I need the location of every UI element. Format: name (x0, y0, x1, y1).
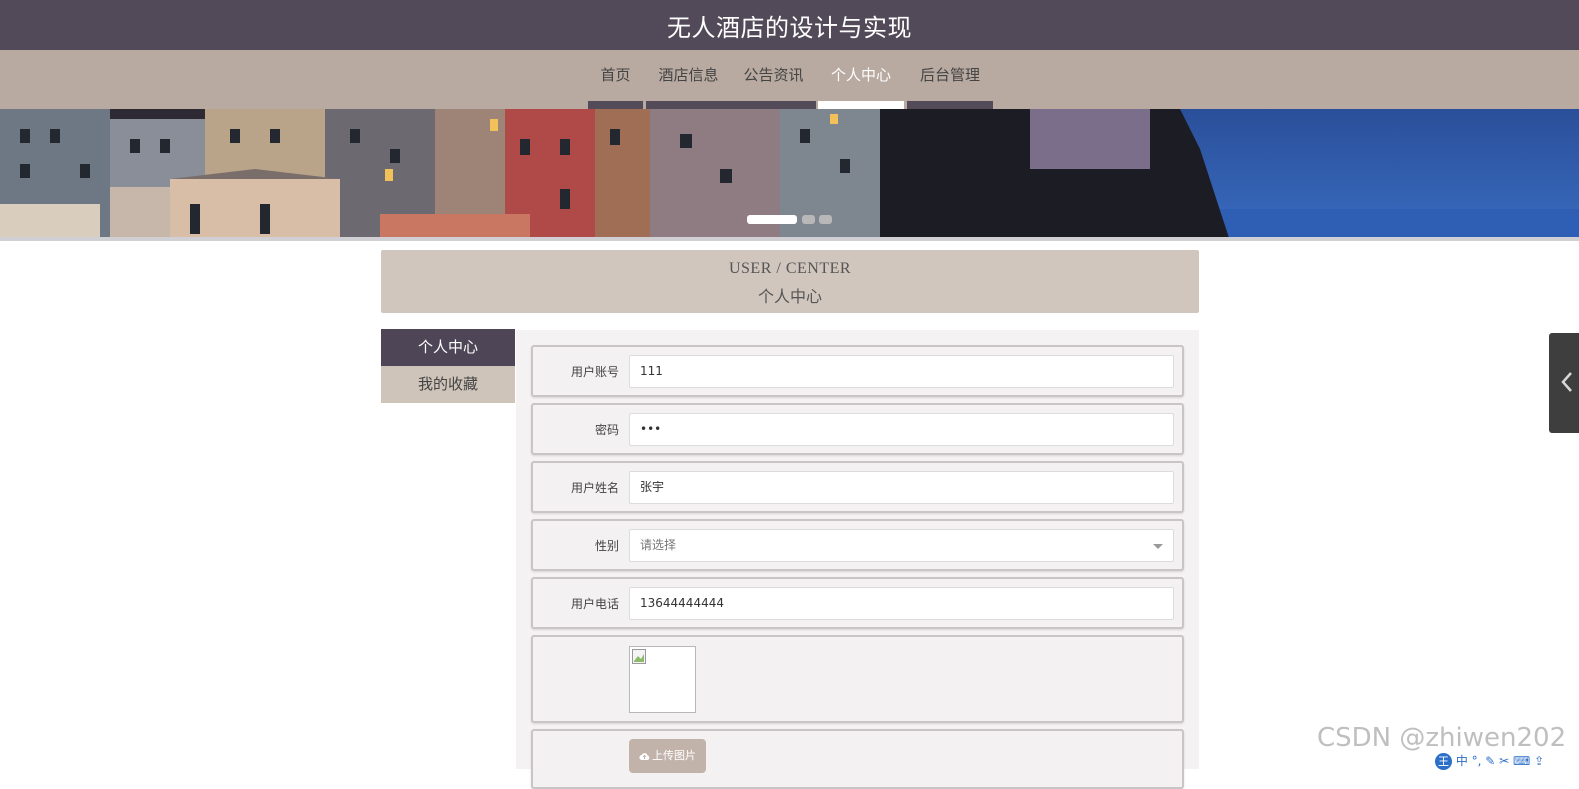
section-title-box: USER / CENTER 个人中心 (381, 250, 1199, 313)
phone-input[interactable]: 13644444444 (629, 587, 1174, 620)
gender-select[interactable]: 请选择 (629, 529, 1174, 562)
chevron-down-icon (1153, 544, 1163, 549)
account-input[interactable]: 111 (629, 355, 1174, 388)
nav-item-home[interactable]: 首页 (588, 50, 643, 109)
form-row-name: 用户姓名 张宇 (531, 461, 1184, 513)
carousel-dot-3[interactable] (819, 215, 832, 224)
sidebar-item-label: 个人中心 (417, 338, 478, 356)
form-row-phone: 用户电话 13644444444 (531, 577, 1184, 629)
account-label: 用户账号 (570, 365, 619, 379)
chevron-left-icon (1561, 372, 1572, 392)
section-title-zh: 个人中心 (757, 289, 822, 306)
password-label: 密码 (594, 423, 619, 437)
form-row-avatar (531, 635, 1184, 723)
nav-item-label: 公告资讯 (743, 66, 804, 84)
name-label: 用户姓名 (570, 481, 619, 495)
broken-image-icon (632, 649, 646, 664)
site-header: 无人酒店的设计与实现 (0, 0, 1579, 50)
sidebar-item-favorites[interactable]: 我的收藏 (381, 366, 515, 403)
watermark: CSDN @zhiwen202 (1317, 723, 1567, 753)
carousel-dot-1[interactable] (747, 215, 797, 224)
sidebar-item-user-center[interactable]: 个人中心 (381, 329, 515, 366)
nav-item-label: 酒店信息 (658, 66, 719, 84)
ime-toolbar[interactable]: 王 中 °, ✎ ✂ ⌨ ⇪ (1435, 752, 1545, 770)
nav-item-label: 后台管理 (919, 66, 980, 84)
site-title: 无人酒店的设计与实现 (667, 14, 912, 42)
nav-underline (588, 101, 643, 109)
nav-underline (646, 101, 731, 109)
nav-item-admin[interactable]: 后台管理 (907, 50, 993, 109)
password-input[interactable]: ••• (629, 413, 1174, 446)
upload-image-label: 上传图片 (652, 749, 696, 762)
nav-item-user-center[interactable]: 个人中心 (818, 50, 904, 109)
sidebar-item-label: 我的收藏 (417, 375, 478, 393)
nav-item-label: 首页 (600, 66, 631, 84)
gender-label: 性别 (594, 539, 619, 553)
main-nav: 首页 酒店信息 公告资讯 个人中心 后台管理 (0, 50, 1579, 109)
nav-underline (731, 101, 816, 109)
gender-select-value: 请选择 (640, 538, 677, 552)
nav-item-label: 个人中心 (830, 66, 891, 84)
phone-label: 用户电话 (570, 597, 619, 611)
name-input[interactable]: 张宇 (629, 471, 1174, 504)
nav-item-announcements[interactable]: 公告资讯 (731, 50, 816, 109)
side-drawer-toggle[interactable] (1549, 333, 1579, 433)
nav-underline (907, 101, 993, 109)
carousel-dot-2[interactable] (802, 215, 815, 224)
form-row-password: 密码 ••• (531, 403, 1184, 455)
nav-item-hotel-info[interactable]: 酒店信息 (646, 50, 731, 109)
cloud-upload-icon (639, 753, 650, 761)
ime-tools-icon: °, ✎ ✂ ⌨ ⇪ (1471, 754, 1545, 768)
section-title-en: USER / CENTER (728, 260, 852, 277)
ime-logo: 王 (1435, 753, 1452, 770)
form-row-gender: 性别 请选择 (531, 519, 1184, 571)
ime-mode: 中 (1455, 754, 1468, 768)
avatar-image (629, 646, 696, 713)
form-row-upload: 上传图片 (531, 729, 1184, 789)
upload-image-button[interactable]: 上传图片 (629, 739, 706, 773)
nav-underline (818, 101, 904, 109)
form-row-account: 用户账号 111 (531, 345, 1184, 397)
